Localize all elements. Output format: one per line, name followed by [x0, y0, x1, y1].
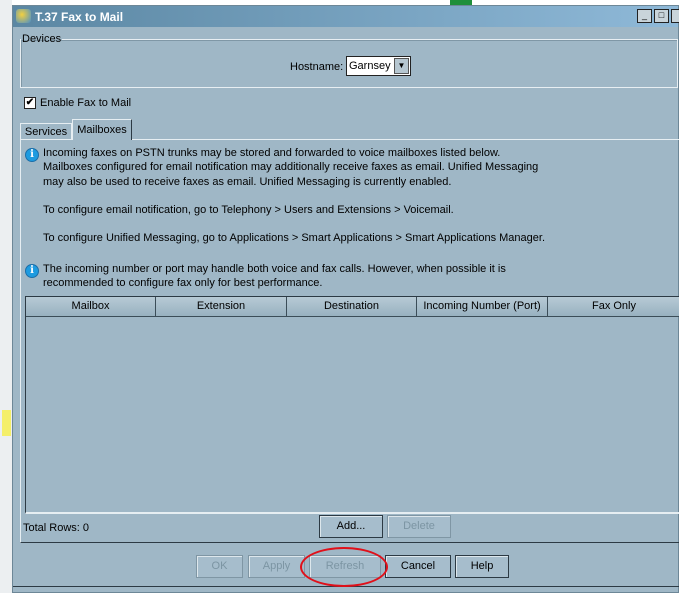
- annotation-ellipse: [300, 547, 388, 587]
- column-header-fax-only[interactable]: Fax Only: [548, 297, 679, 316]
- devices-legend: Devices: [22, 33, 62, 45]
- apply-button[interactable]: Apply: [248, 555, 305, 578]
- title-bar[interactable]: T.37 Fax to Mail: [13, 6, 678, 27]
- enable-fax-checkbox[interactable]: ✔: [24, 97, 36, 109]
- ok-button[interactable]: OK: [196, 555, 243, 578]
- mailbox-table: Mailbox Extension Destination Incoming N…: [25, 296, 679, 514]
- maximize-button[interactable]: □: [654, 9, 669, 23]
- column-header-incoming-number[interactable]: Incoming Number (Port): [417, 297, 548, 316]
- email-config-text: To configure email notification, go to T…: [43, 204, 454, 216]
- add-button[interactable]: Add...: [319, 515, 383, 538]
- info-text-1: Incoming faxes on PSTN trunks may be sto…: [43, 146, 538, 189]
- cancel-button[interactable]: Cancel: [385, 555, 451, 578]
- app-icon: [16, 9, 31, 23]
- fax-to-mail-window: T.37 Fax to Mail _ □ Devices Hostname: G…: [12, 5, 679, 593]
- tab-mailboxes[interactable]: Mailboxes: [72, 119, 132, 140]
- column-header-mailbox[interactable]: Mailbox: [26, 297, 156, 316]
- background-window-fragment: [0, 0, 12, 593]
- info-line: Incoming faxes on PSTN trunks may be sto…: [43, 147, 501, 159]
- info-line: may also be used to receive faxes as ema…: [43, 175, 452, 188]
- info-line: recommended to configure fax only for be…: [43, 277, 323, 290]
- column-header-destination[interactable]: Destination: [287, 297, 417, 316]
- window-title: T.37 Fax to Mail: [35, 9, 124, 24]
- background-label-fragment: [2, 410, 11, 436]
- enable-fax-label: Enable Fax to Mail: [40, 97, 132, 109]
- um-config-text: To configure Unified Messaging, go to Ap…: [43, 232, 546, 244]
- help-button[interactable]: Help: [455, 555, 509, 578]
- hostname-select[interactable]: Garnsey ▼: [346, 56, 411, 76]
- info-text-2: The incoming number or port may handle b…: [43, 262, 506, 291]
- tab-services[interactable]: Services: [20, 123, 72, 140]
- table-body[interactable]: [26, 316, 679, 317]
- column-header-extension[interactable]: Extension: [156, 297, 287, 316]
- hostname-label: Hostname:: [290, 61, 344, 73]
- info-line: The incoming number or port may handle b…: [43, 263, 506, 275]
- info-icon: i: [25, 148, 39, 162]
- info-icon: i: [25, 264, 39, 278]
- info-line: Mailboxes configured for email notificat…: [43, 161, 539, 174]
- delete-button[interactable]: Delete: [387, 515, 451, 538]
- close-button[interactable]: [671, 9, 679, 23]
- chevron-down-icon[interactable]: ▼: [394, 58, 409, 74]
- total-rows: Total Rows: 0: [23, 522, 90, 534]
- minimize-button[interactable]: _: [637, 9, 652, 23]
- hostname-value: Garnsey: [349, 60, 391, 72]
